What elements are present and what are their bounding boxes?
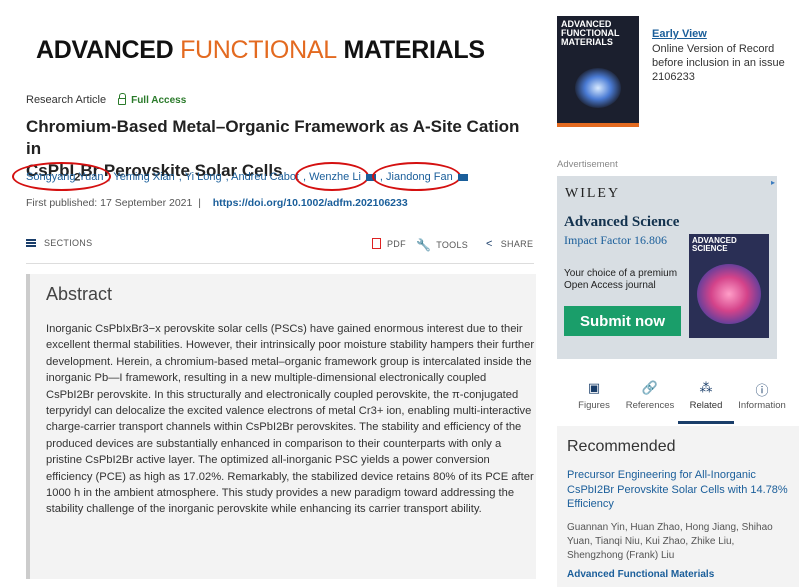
ad-impact-factor: Impact Factor 16.806	[564, 233, 667, 247]
abstract-section: Abstract Inorganic CsPbIxBr3−x perovskit…	[26, 274, 536, 579]
author-link[interactable]: Jiandong Fan	[386, 171, 453, 183]
abstract-heading: Abstract	[46, 284, 113, 304]
tools-label: TOOLS	[436, 240, 469, 250]
tab-label: Information	[738, 400, 786, 411]
title-line-1: Chromium-Based Metal–Organic Framework a…	[26, 117, 520, 158]
wiley-logo: WILEY	[565, 186, 621, 201]
article-type: Research Article	[26, 94, 107, 106]
published-date: 17 September 2021	[100, 197, 193, 209]
advertisement-banner[interactable]: ▸ WILEY Advanced Science Impact Factor 1…	[557, 176, 777, 359]
share-button[interactable]: < SHARE	[486, 238, 533, 250]
early-view-info: Early View Online Version of Record befo…	[652, 27, 797, 84]
early-view-line1: Online Version of Record	[652, 43, 775, 55]
author-link[interactable]: Andreu Cabot	[231, 171, 299, 183]
tab-label: Figures	[578, 400, 610, 411]
tab-information[interactable]: ⓘ Information	[734, 380, 790, 424]
article-meta: Research Article Full Access	[26, 92, 187, 106]
ad-tagline: Your choice of a premium Open Access jou…	[564, 268, 678, 291]
figures-icon: ▣	[587, 380, 601, 395]
separator: |	[195, 197, 204, 209]
published-label: First published:	[26, 197, 98, 209]
pdf-button[interactable]: PDF	[372, 238, 406, 249]
journal-cover[interactable]: ADVANCED FUNCTIONAL MATERIALS	[557, 16, 639, 127]
email-icon[interactable]	[457, 173, 468, 181]
journal-logo[interactable]: ADVANCED FUNCTIONAL MATERIALS	[36, 36, 485, 65]
publication-info: First published: 17 September 2021 | htt…	[26, 197, 408, 209]
link-icon: 🔗	[641, 380, 659, 395]
ad-choices-icon[interactable]: ▸	[771, 178, 775, 187]
recommended-article-link[interactable]: Precursor Engineering for All-Inorganic …	[567, 468, 789, 512]
sections-button[interactable]: SECTIONS	[26, 238, 92, 248]
logo-functional: FUNCTIONAL	[180, 36, 337, 64]
pdf-label: PDF	[387, 238, 406, 249]
sections-label: SECTIONS	[44, 238, 93, 248]
share-icon: <	[486, 238, 493, 250]
lock-open-icon	[118, 92, 127, 105]
tab-related[interactable]: ⁂ Related	[678, 380, 734, 424]
cover-title-3: MATERIALS	[561, 37, 613, 47]
logo-materials: MATERIALS	[343, 36, 485, 64]
info-icon: ⓘ	[755, 383, 769, 398]
tools-button[interactable]: 🔧 TOOLS	[416, 238, 468, 252]
abstract-text: Inorganic CsPbIxBr3−x perovskite solar c…	[46, 323, 535, 516]
author-link[interactable]: Yi Long	[185, 171, 222, 183]
tab-label: References	[625, 400, 675, 411]
related-icon: ⁂	[699, 380, 713, 395]
author-link[interactable]: Yeming Xian	[113, 171, 174, 183]
ad-cover-title: ADVANCED SCIENCE	[692, 237, 737, 253]
advertisement-label: Advertisement	[557, 159, 618, 170]
share-label: SHARE	[500, 239, 534, 249]
ad-journal-name: Advanced Science	[564, 214, 680, 230]
author-link[interactable]: Songyang Yuan	[26, 171, 103, 183]
side-tabs: ▣ Figures 🔗 References ⁂ Related ⓘ Infor…	[566, 380, 790, 424]
pdf-icon	[372, 238, 381, 249]
recommended-panel: Recommended Precursor Engineering for Al…	[557, 426, 799, 587]
access-badge: Full Access	[118, 92, 187, 106]
tab-figures[interactable]: ▣ Figures	[566, 380, 622, 424]
early-view-link[interactable]: Early View	[652, 27, 797, 41]
early-view-line2: before inclusion in an issue	[652, 57, 785, 69]
tab-references[interactable]: 🔗 References	[622, 380, 678, 424]
cover-artwork	[575, 68, 621, 108]
article-number: 2106233	[652, 71, 695, 83]
wrench-icon: 🔧	[416, 238, 432, 252]
submit-now-button[interactable]: Submit now	[564, 306, 681, 336]
cover-bar	[557, 123, 639, 127]
doi-link[interactable]: https://doi.org/10.1002/adfm.202106233	[213, 197, 408, 209]
recommended-authors: Guannan Yin, Huan Zhao, Hong Jiang, Shih…	[567, 521, 773, 561]
access-label: Full Access	[131, 94, 187, 106]
list-icon	[26, 239, 36, 247]
recommended-heading: Recommended	[567, 438, 676, 455]
author-list: Songyang Yuan, Yeming Xian, Yi Long, And…	[26, 171, 472, 183]
cover-title: ADVANCED FUNCTIONAL MATERIALS	[561, 20, 620, 47]
recommended-journal[interactable]: Advanced Functional Materials	[567, 569, 789, 580]
ad-cover-artwork	[697, 264, 761, 324]
tab-label: Related	[689, 400, 723, 411]
logo-advanced: ADVANCED	[36, 36, 174, 64]
ad-journal-cover: ADVANCED SCIENCE	[689, 234, 769, 338]
ad-cover-title-2: SCIENCE	[692, 244, 728, 253]
article-toolbar: SECTIONS PDF 🔧 TOOLS < SHARE	[26, 238, 534, 264]
author-link[interactable]: Wenzhe Li	[309, 171, 361, 183]
